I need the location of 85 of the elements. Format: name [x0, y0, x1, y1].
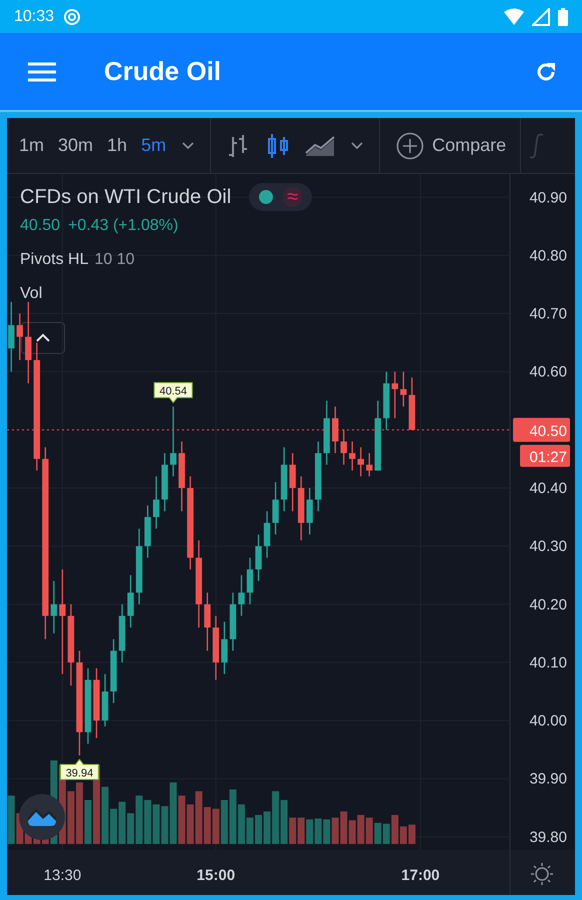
price-label: 40.30 [529, 538, 567, 556]
price-label: 39.90 [529, 770, 567, 788]
last-price: 40.50 [20, 217, 60, 235]
chevron-up-icon [35, 333, 51, 343]
candle [50, 581, 58, 634]
candle [314, 441, 322, 512]
candle [264, 511, 270, 558]
candle [178, 441, 185, 512]
market-open-icon [259, 190, 274, 204]
interval-button[interactable]: 1h [101, 131, 134, 160]
price-label: 40.80 [529, 247, 567, 264]
last-price-badge: 40.50 [513, 418, 570, 442]
compare-button[interactable]: Compare [426, 131, 512, 160]
status-time: 10:33 [14, 8, 54, 26]
candle [349, 441, 356, 471]
candle [332, 406, 338, 454]
indicator-name: Pivots HL [20, 251, 88, 269]
candle [392, 372, 398, 418]
settings-icon[interactable] [530, 862, 554, 886]
price-label: 40.40 [529, 480, 567, 497]
candle [272, 482, 279, 534]
battery-icon [558, 8, 568, 26]
pivot-label: 40.54 [154, 382, 193, 404]
app-title: Crude Oil [104, 56, 222, 88]
candle [144, 505, 151, 558]
candle [153, 476, 160, 529]
candle [212, 616, 220, 680]
candle [110, 639, 117, 704]
candle [102, 674, 108, 726]
price-label: 40.90 [529, 189, 567, 206]
candle [221, 622, 228, 674]
candle [246, 558, 254, 604]
price-label: 40.70 [529, 306, 567, 323]
annotation: 40.54 [159, 386, 188, 398]
delay-mark: ≈ [283, 187, 302, 207]
candle [280, 447, 288, 512]
candle [93, 668, 100, 738]
countdown-badge: 01:27 [520, 444, 570, 467]
add-circle-icon[interactable] [396, 132, 424, 160]
ref-line-label: 40.50 [529, 422, 567, 440]
candle [118, 604, 126, 662]
candle [8, 302, 14, 372]
candle [324, 400, 330, 465]
wifi-icon [504, 8, 524, 26]
candle [162, 453, 168, 512]
candle [298, 476, 304, 540]
caret-icon[interactable] [351, 142, 364, 150]
candle [16, 314, 23, 360]
candle [170, 406, 176, 476]
candle [358, 447, 364, 476]
price-label: 40.10 [529, 654, 567, 672]
signal-icon [532, 8, 550, 26]
candle [238, 575, 245, 616]
candle [383, 372, 390, 430]
candle [230, 592, 236, 651]
time-label: 17:00 [401, 867, 440, 884]
candle [374, 400, 382, 471]
caret-icon[interactable] [182, 142, 194, 150]
pivot-label: 39.94 [60, 758, 99, 780]
area-chart-icon[interactable] [305, 134, 336, 156]
interval-button[interactable]: 1m [13, 131, 50, 160]
menu-icon[interactable] [28, 62, 56, 82]
indicator-name: Vol [20, 285, 42, 303]
candle [340, 430, 347, 465]
candle [204, 592, 211, 651]
price-label: 40.00 [529, 712, 567, 730]
price-label: 40.60 [529, 364, 567, 381]
symbol-title: CFDs on WTI Crude Oil [20, 186, 232, 208]
candle [127, 575, 134, 628]
price-label: 40.20 [529, 596, 567, 614]
annotation: 39.94 [66, 767, 94, 780]
candle [408, 378, 416, 430]
price-change: +0.43 (+1.08%) [68, 217, 178, 235]
price-label: 39.80 [529, 828, 567, 846]
candle [366, 453, 373, 476]
interval-button[interactable]: 30m [52, 131, 100, 160]
indicator-params: 10 10 [94, 251, 135, 269]
candle [255, 534, 262, 582]
collapse-button[interactable] [21, 322, 65, 354]
interval-button[interactable]: 5m [135, 131, 172, 160]
candle [289, 453, 296, 512]
candle [306, 488, 313, 534]
candle [400, 372, 407, 407]
time-label: 15:00 [196, 867, 236, 884]
time-label: 13:30 [44, 867, 82, 884]
